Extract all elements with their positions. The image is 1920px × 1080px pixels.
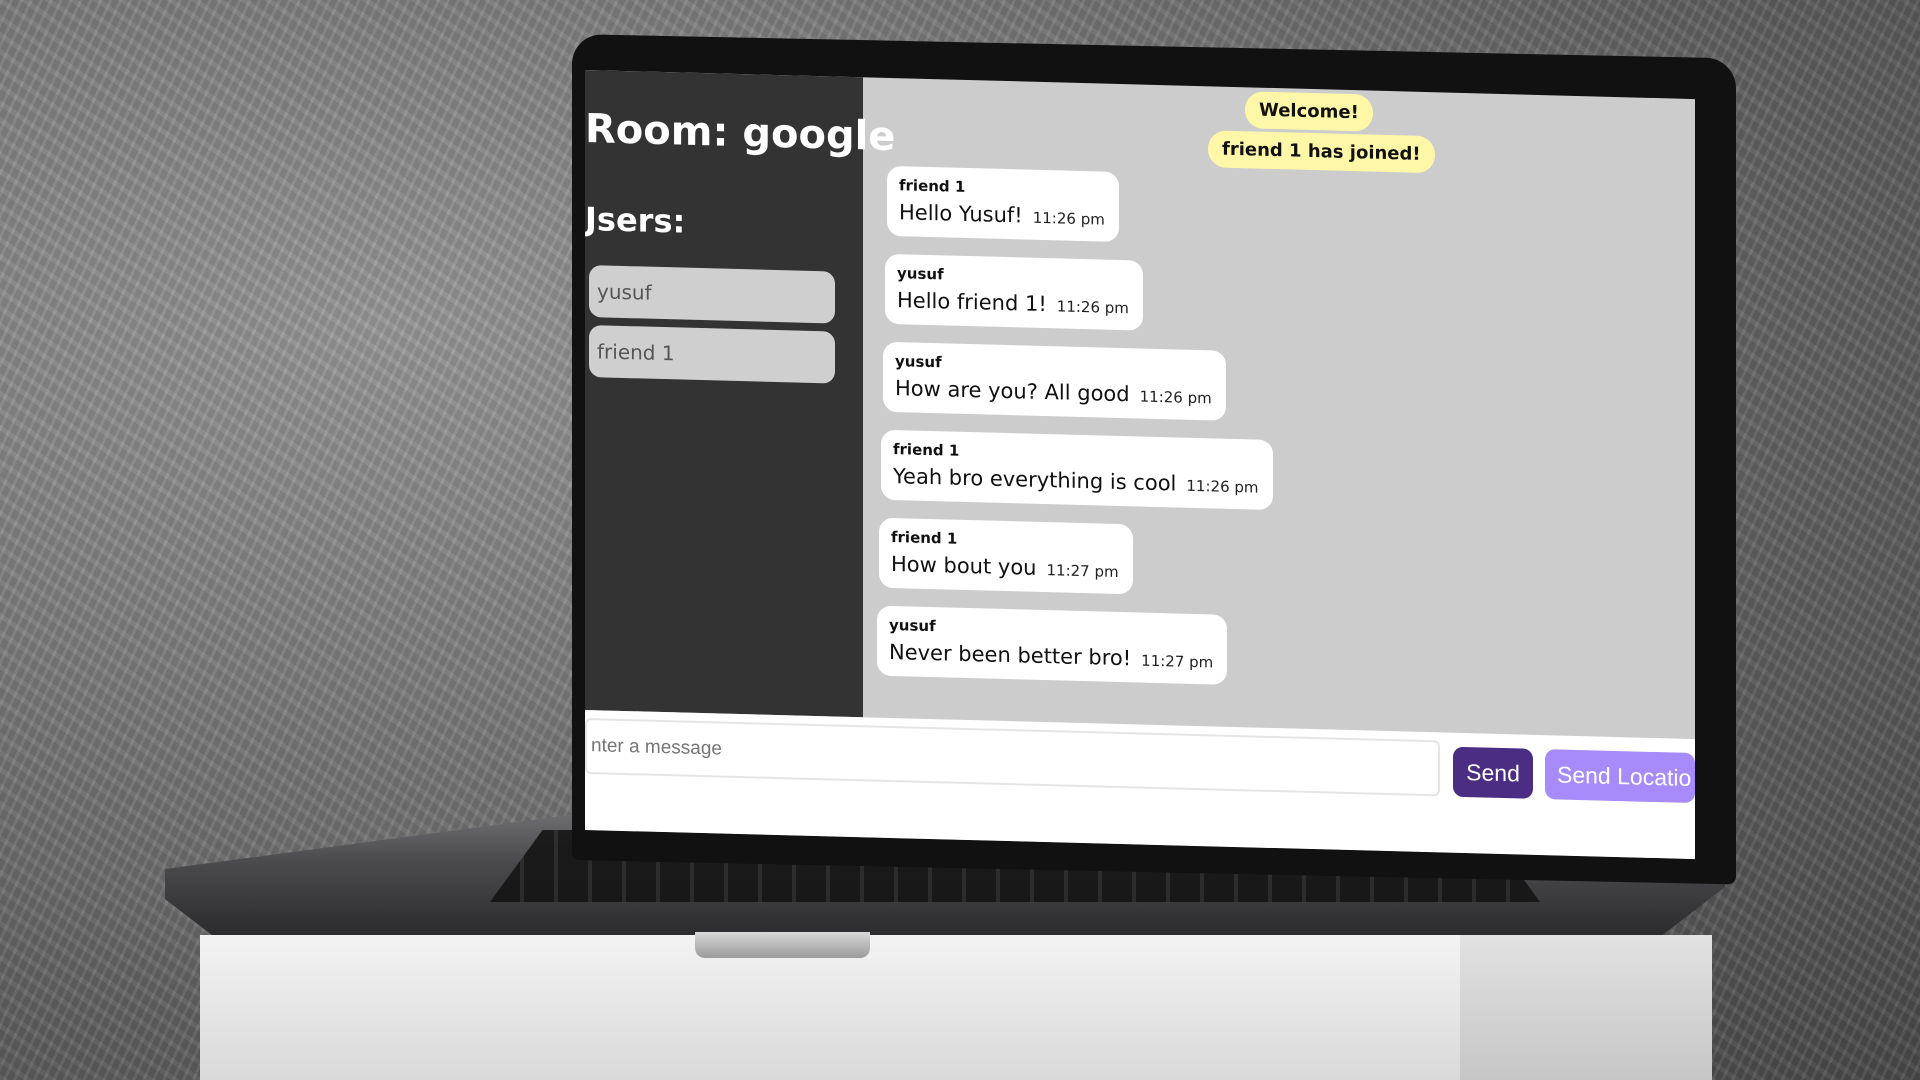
message-text: How are you? All good: [895, 376, 1130, 407]
user-item: yusuf: [589, 265, 835, 324]
user-item: friend 1: [589, 325, 835, 384]
message-author: friend 1: [891, 528, 958, 548]
message: friend 1 How bout you 11:27 pm: [879, 517, 1133, 595]
sidebar: Room: google Jsers: yusuf friend 1: [585, 70, 895, 718]
chat-area: Welcome! friend 1 has joined! friend 1 H…: [875, 78, 1695, 739]
user-list: yusuf friend 1: [589, 265, 835, 391]
room-title: Room: google: [585, 106, 896, 161]
message-author: yusuf: [889, 615, 936, 636]
app-screen: Room: google Jsers: yusuf friend 1 Welco…: [585, 70, 1695, 860]
message-text: Yeah bro everything is cool: [893, 464, 1177, 496]
message-time: 11:26 pm: [1139, 387, 1212, 408]
pedestal-side: [1460, 935, 1712, 1080]
users-title: Jsers:: [585, 200, 686, 241]
message-text: How bout you: [891, 552, 1037, 580]
message: yusuf Never been better bro! 11:27 pm: [877, 605, 1228, 685]
message-author: friend 1: [893, 440, 960, 460]
message: yusuf Hello friend 1! 11:26 pm: [885, 253, 1143, 331]
message-time: 11:26 pm: [1032, 208, 1105, 229]
message-text: Hello Yusuf!: [899, 200, 1023, 228]
message-text: Hello friend 1!: [897, 288, 1047, 317]
message-time: 11:27 pm: [1046, 561, 1119, 581]
message-author: friend 1: [899, 176, 966, 196]
message: friend 1 Hello Yusuf! 11:26 pm: [887, 165, 1119, 242]
message-author: yusuf: [897, 264, 944, 284]
message-input[interactable]: [585, 718, 1440, 797]
joined-banner: friend 1 has joined!: [1208, 130, 1435, 174]
send-button[interactable]: Send: [1453, 746, 1533, 799]
laptop-notch: [695, 932, 870, 958]
send-location-button[interactable]: Send Locatio: [1545, 749, 1695, 804]
message-time: 11:27 pm: [1141, 651, 1214, 672]
message-time: 11:26 pm: [1056, 297, 1129, 318]
message-time: 11:26 pm: [1186, 476, 1259, 497]
welcome-banner: Welcome!: [1245, 91, 1373, 132]
message-text: Never been better bro!: [889, 639, 1132, 671]
message-author: yusuf: [895, 352, 942, 372]
message: friend 1 Yeah bro everything is cool 11:2…: [881, 429, 1273, 511]
message: yusuf How are you? All good 11:26 pm: [883, 341, 1226, 421]
